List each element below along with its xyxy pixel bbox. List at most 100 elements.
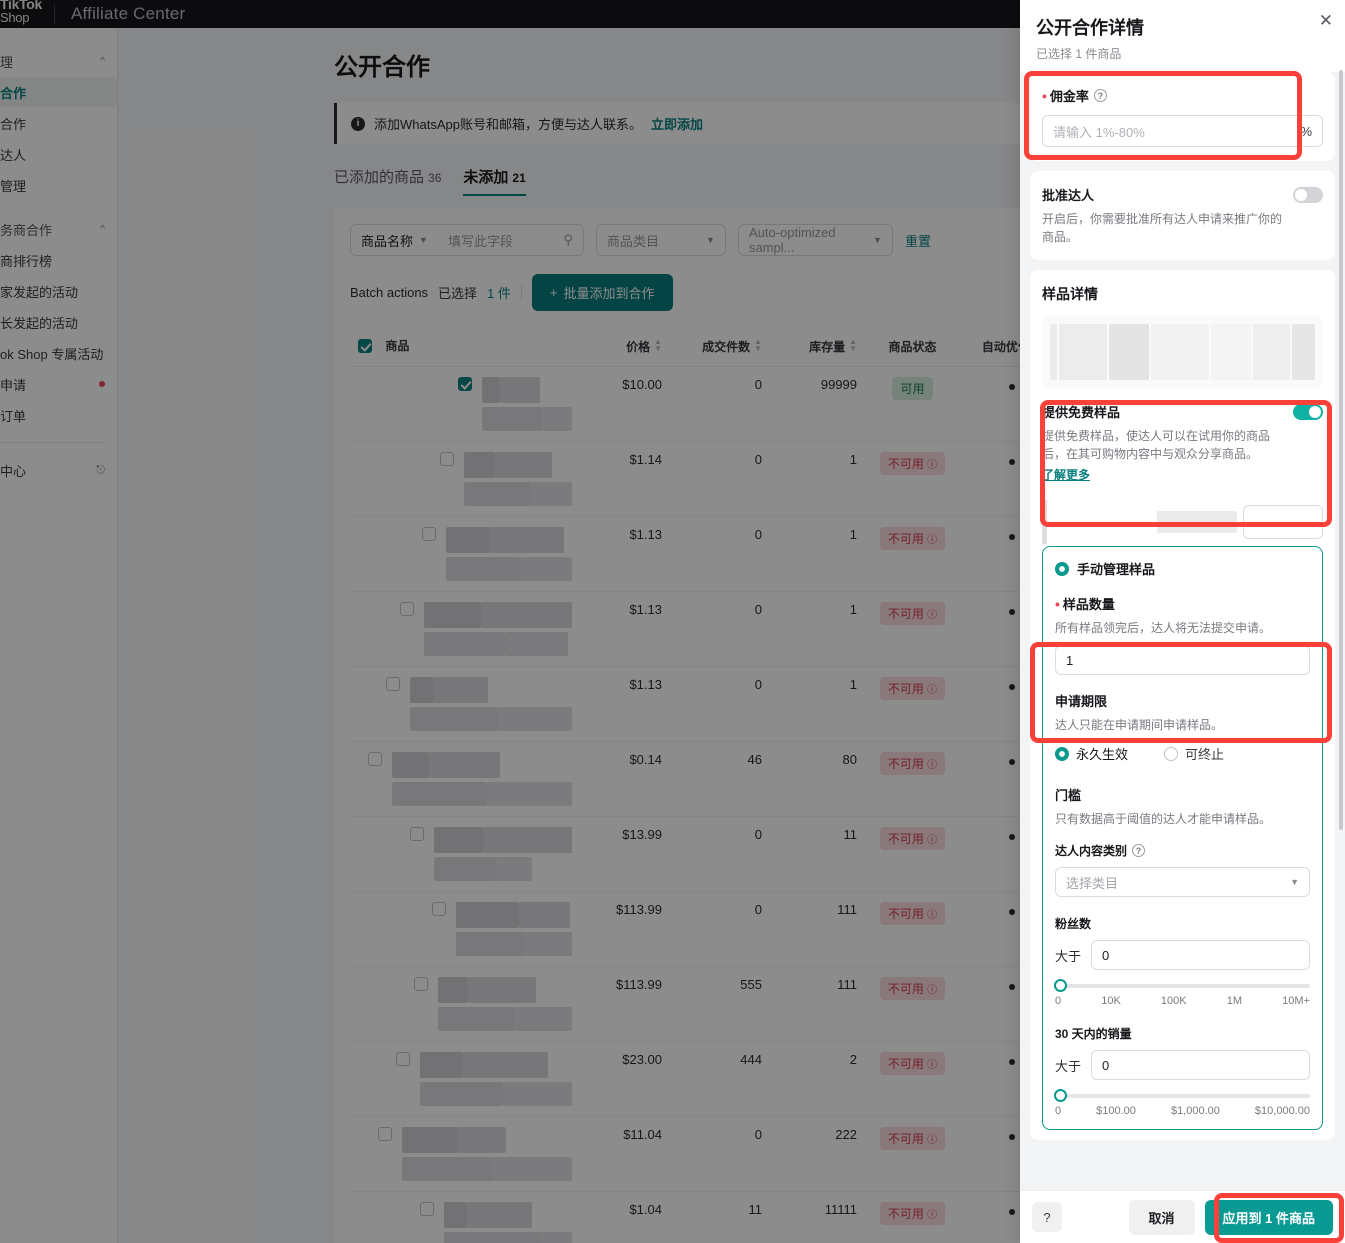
column-price-label: 价格	[626, 340, 650, 354]
question-mark-icon[interactable]: ?	[1132, 844, 1145, 857]
status-dot-icon	[1009, 609, 1015, 615]
status-badge: 不可用 ⓘ	[880, 977, 945, 1000]
cell-product	[350, 1042, 580, 1117]
row-checkbox[interactable]	[432, 902, 446, 916]
reset-filters-link[interactable]: 重置	[905, 231, 931, 250]
sales30d-slider-knob[interactable]	[1054, 1089, 1067, 1102]
sidebar-item-orders[interactable]: 订单	[0, 400, 117, 430]
row-checkbox[interactable]	[396, 1052, 410, 1066]
free-sample-toggle[interactable]	[1293, 404, 1323, 420]
drawer-body[interactable]: 佣金率 ? 请输入 1%-80% % 批准达人 开启后，你需要批准所有达人申请来…	[1020, 72, 1345, 1190]
tab-not-added[interactable]: 未添加 21	[463, 166, 525, 196]
manual-sample-radio[interactable]	[1055, 562, 1069, 576]
sidebar-group-agency[interactable]: 务商合作 ^	[0, 214, 117, 244]
sort-icon[interactable]: ▲▼	[754, 338, 762, 352]
product-title-redacted	[410, 707, 572, 731]
sort-icon[interactable]: ▲▼	[654, 338, 662, 352]
cell-status: 不可用 ⓘ	[865, 1117, 960, 1192]
column-price[interactable]: 价格 ▲▼	[580, 327, 670, 367]
row-checkbox[interactable]	[410, 827, 424, 841]
tab-added-products[interactable]: 已添加的商品 36	[334, 166, 441, 196]
sidebar-item-seller-campaigns[interactable]: 家发起的活动	[0, 276, 117, 306]
row-checkbox[interactable]	[386, 677, 400, 691]
period-option-terminable[interactable]: 可终止	[1164, 744, 1224, 763]
column-sold[interactable]: 成交件数▲▼	[670, 327, 770, 367]
filter-search-placeholder: 填写此字段	[448, 231, 513, 250]
row-checkbox[interactable]	[368, 752, 382, 766]
sales30d-slider[interactable]	[1055, 1094, 1310, 1098]
search-icon[interactable]: ⚲	[563, 232, 573, 248]
sidebar-item-creators[interactable]: 达人	[0, 139, 117, 169]
learn-more-link[interactable]: 了解更多	[1042, 466, 1090, 483]
redacted-input[interactable]	[1243, 505, 1323, 539]
manual-sample-option-card[interactable]: 手动管理样品 样品数量 所有样品领完后，达人将无法提交申请。 1	[1042, 546, 1323, 1130]
approve-creators-desc: 开启后，你需要批准所有达人申请来推广你的商品。	[1042, 210, 1283, 246]
close-icon[interactable]: ✕	[1319, 12, 1333, 29]
approve-creators-toggle[interactable]	[1293, 187, 1323, 203]
cell-status: 不可用 ⓘ	[865, 442, 960, 517]
selected-count: 1 件	[487, 283, 511, 302]
period-terminable-radio[interactable]	[1164, 747, 1178, 761]
followers-slider[interactable]	[1055, 984, 1310, 988]
manual-sample-radio-row[interactable]: 手动管理样品	[1055, 559, 1310, 578]
bulk-add-to-collab-button[interactable]: + 批量添加到合作	[532, 274, 673, 311]
sort-icon[interactable]: ▲▼	[849, 338, 857, 352]
sidebar-item-leaderboard[interactable]: 商排行榜	[0, 245, 117, 275]
question-mark-icon[interactable]: ?	[1032, 1202, 1062, 1232]
row-checkbox[interactable]	[440, 452, 454, 466]
sales30d-value: 0	[1102, 1058, 1109, 1073]
question-mark-icon[interactable]: ?	[1094, 89, 1107, 102]
column-stock[interactable]: 库存量▲▼	[770, 327, 865, 367]
cell-status: 不可用 ⓘ	[865, 817, 960, 892]
filter-field-select[interactable]: 商品名称 ▼	[351, 231, 438, 250]
row-checkbox[interactable]	[422, 527, 436, 541]
row-checkbox[interactable]	[420, 1202, 434, 1216]
free-sample-label: 提供免费样品	[1042, 402, 1283, 421]
sidebar-item-collab-2[interactable]: 合作	[0, 108, 117, 138]
row-checkbox[interactable]	[378, 1127, 392, 1141]
sidebar-item-management[interactable]: 管理	[0, 170, 117, 200]
sample-mode-redacted-row	[1042, 498, 1323, 546]
creator-category-select[interactable]: 选择类目 ▼	[1055, 867, 1310, 897]
filter-field-label: 商品名称	[361, 231, 413, 250]
select-all-checkbox[interactable]	[358, 339, 372, 353]
screen: TikTok Shop Affiliate Center 理 ^ 合作 合作 达…	[0, 0, 1345, 1243]
external-link-icon: ⎋	[96, 464, 105, 477]
free-sample-desc: 提供免费样品，使达人可以在试用你的商品后，在其可购物内容中与观众分享商品。	[1042, 427, 1283, 463]
chevron-down-icon: ▼	[873, 235, 882, 245]
status-dot-icon	[1009, 834, 1015, 840]
followers-input[interactable]: 0	[1091, 940, 1310, 970]
creator-category-block: 达人内容类别 ? 选择类目 ▼	[1055, 842, 1310, 897]
commission-rate-input[interactable]: 请输入 1%-80% %	[1042, 115, 1323, 147]
sidebar-item-applications[interactable]: 申请	[0, 369, 117, 399]
tiktok-shop-logo[interactable]: TikTok Shop	[0, 0, 52, 24]
followers-slider-knob[interactable]	[1054, 979, 1067, 992]
sidebar-item-help-center[interactable]: 中心 ⎋	[0, 455, 117, 485]
sales30d-label: 30 天内的销量	[1055, 1025, 1310, 1042]
sample-quantity-input[interactable]: 1	[1055, 645, 1310, 675]
row-checkbox[interactable]	[458, 377, 472, 391]
category-filter[interactable]: 商品类目 ▼	[596, 224, 726, 256]
drawer-scrollbar[interactable]	[1339, 70, 1343, 830]
sidebar-item-public-collab[interactable]: 合作	[0, 77, 117, 107]
auto-optimized-sample-filter[interactable]: Auto-optimized sampl... ▼	[738, 224, 893, 256]
notice-link-add-now[interactable]: 立即添加	[651, 114, 703, 133]
filter-search-input[interactable]: 填写此字段 ⚲	[438, 231, 583, 250]
sidebar-group-0[interactable]: 理 ^	[0, 46, 117, 76]
approve-toggle-row: 批准达人 开启后，你需要批准所有达人申请来推广你的商品。	[1042, 185, 1323, 246]
product-name-filter[interactable]: 商品名称 ▼ 填写此字段 ⚲	[350, 224, 584, 256]
sidebar-item-creator-campaigns[interactable]: 长发起的活动	[0, 307, 117, 337]
row-checkbox[interactable]	[400, 602, 414, 616]
cancel-button[interactable]: 取消	[1129, 1200, 1195, 1235]
period-option-permanent[interactable]: 永久生效	[1055, 744, 1128, 763]
drawer-title: 公开合作详情	[1036, 14, 1329, 40]
page-title: 公开合作	[334, 47, 430, 82]
sales30d-input[interactable]: 0	[1091, 1050, 1310, 1080]
sidebar-item-tiktok-shop-campaigns[interactable]: ok Shop 专属活动	[0, 338, 117, 368]
cell-stock: 1	[770, 442, 865, 517]
tick: 0	[1055, 1105, 1061, 1117]
apply-button[interactable]: 应用到 1 件商品	[1205, 1200, 1333, 1235]
status-dot-icon	[1009, 1134, 1015, 1140]
period-permanent-radio[interactable]	[1055, 747, 1069, 761]
row-checkbox[interactable]	[414, 977, 428, 991]
